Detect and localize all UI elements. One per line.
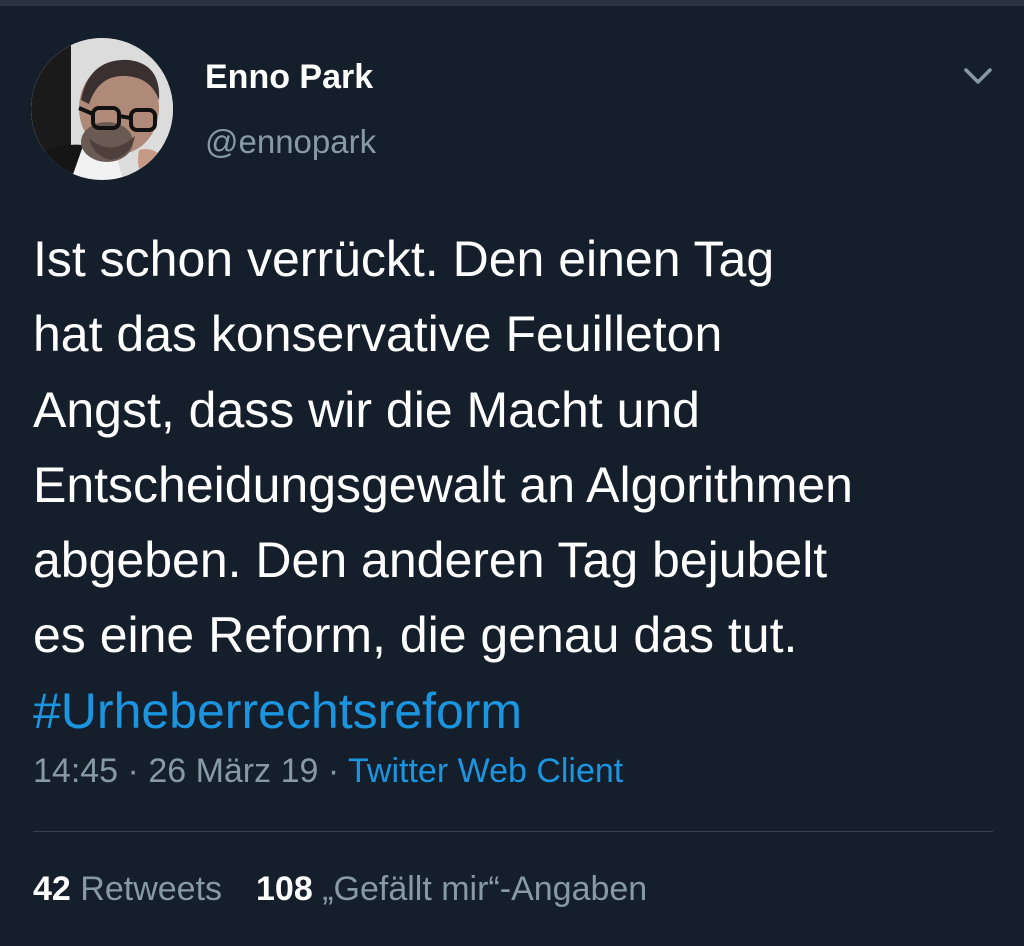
retweets-count: 42 <box>33 870 71 908</box>
retweets-label: Retweets <box>80 870 223 908</box>
avatar-photo <box>31 38 173 180</box>
tweet-time[interactable]: 14:45 <box>33 752 118 790</box>
tweet-text-line: Ist schon verrückt. Den einen Tag <box>33 231 775 287</box>
tweet-meta: 14:45 · 26 März 19 · Twitter Web Client <box>33 752 623 791</box>
avatar[interactable] <box>31 38 173 180</box>
meta-separator: · <box>318 752 349 790</box>
retweets-stat[interactable]: 42 Retweets <box>33 870 222 908</box>
top-edge <box>0 0 1024 6</box>
tweet-stats: 42 Retweets 108 „Gefällt mir“-Angaben <box>33 870 647 909</box>
likes-count: 108 <box>256 870 313 908</box>
client-link[interactable]: Twitter Web Client <box>348 752 623 790</box>
chevron-down-icon[interactable] <box>958 60 998 92</box>
tweet-text-line: Entscheidungsgewalt an Algorithmen <box>33 456 853 513</box>
tweet-text-line: hat das konservative Feuilleton <box>33 306 723 363</box>
user-handle[interactable]: @ennopark <box>205 123 376 161</box>
tweet-text: Ist schon verrückt. Den einen Tag hat da… <box>33 222 1008 749</box>
hashtag-link[interactable]: #Urheberrechtsreform <box>33 674 1008 749</box>
meta-separator: · <box>118 752 149 790</box>
tweet-text-line: es eine Reform, die genau das tut. <box>33 607 798 664</box>
display-name[interactable]: Enno Park <box>205 58 373 97</box>
tweet-date[interactable]: 26 März 19 <box>148 752 318 790</box>
likes-stat[interactable]: 108 „Gefällt mir“-Angaben <box>256 870 647 908</box>
tweet-text-line: Angst, dass wir die Macht und <box>33 381 700 438</box>
tweet-detail: Enno Park @ennopark Ist schon verrückt. … <box>0 0 1024 946</box>
tweet-text-line: abgeben. Den anderen Tag bejubelt <box>33 532 828 589</box>
divider <box>33 831 993 832</box>
likes-label: „Gefällt mir“-Angaben <box>322 870 648 908</box>
